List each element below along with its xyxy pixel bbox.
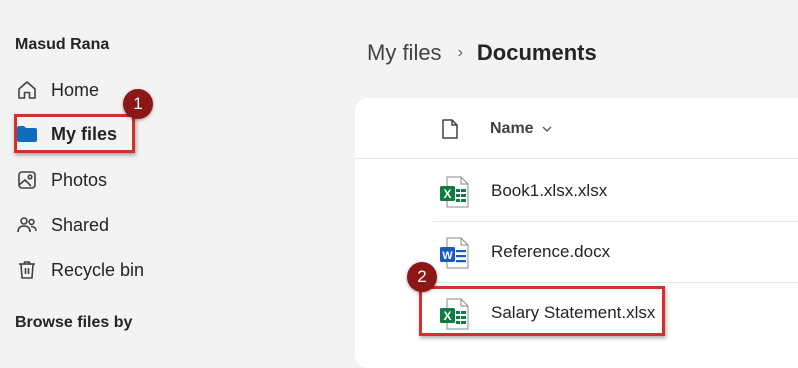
file-list-header: Name: [355, 98, 798, 159]
nav-item-label: Shared: [51, 214, 110, 235]
nav-item-shared[interactable]: Shared: [15, 208, 109, 242]
breadcrumb-separator: ›: [457, 44, 463, 61]
file-row[interactable]: W Reference.docx: [433, 222, 798, 283]
breadcrumb-current: Documents: [476, 40, 597, 65]
nav-item-recycle-bin[interactable]: Recycle bin: [15, 253, 144, 287]
section-title-browse: Browse files by: [15, 314, 133, 331]
word-file-icon: W: [439, 237, 469, 274]
column-header-label: Name: [490, 120, 534, 137]
nav-item-photos[interactable]: Photos: [15, 163, 107, 197]
trash-icon: [15, 258, 39, 282]
chevron-down-icon: [542, 120, 552, 138]
nav-item-home[interactable]: Home: [15, 73, 99, 107]
excel-file-icon: X: [439, 176, 469, 213]
svg-text:X: X: [443, 187, 451, 201]
annotation-badge-2: 2: [407, 262, 437, 292]
user-name: Masud Rana: [15, 36, 110, 53]
file-name[interactable]: Reference.docx: [491, 242, 610, 262]
breadcrumb: My files › Documents: [367, 40, 597, 66]
nav-item-label: Photos: [51, 169, 108, 190]
annotation-badge-1: 1: [123, 89, 153, 119]
file-type-icon: [441, 118, 459, 145]
file-row[interactable]: X Book1.xlsx.xlsx: [433, 161, 798, 222]
svg-text:W: W: [442, 250, 453, 262]
annotation-highlight-my-files: [14, 114, 135, 153]
home-icon: [15, 78, 39, 102]
nav-item-label: Home: [51, 79, 100, 100]
column-header-name[interactable]: Name: [490, 120, 552, 138]
photo-icon: [15, 168, 39, 192]
people-icon: [15, 213, 39, 237]
nav-item-label: Recycle bin: [51, 259, 145, 280]
breadcrumb-root[interactable]: My files: [367, 40, 442, 66]
annotation-highlight-salary-statement: [419, 286, 665, 336]
sidebar: Masud Rana Home My files Photos Shared R…: [0, 0, 355, 355]
file-name[interactable]: Book1.xlsx.xlsx: [491, 181, 607, 201]
